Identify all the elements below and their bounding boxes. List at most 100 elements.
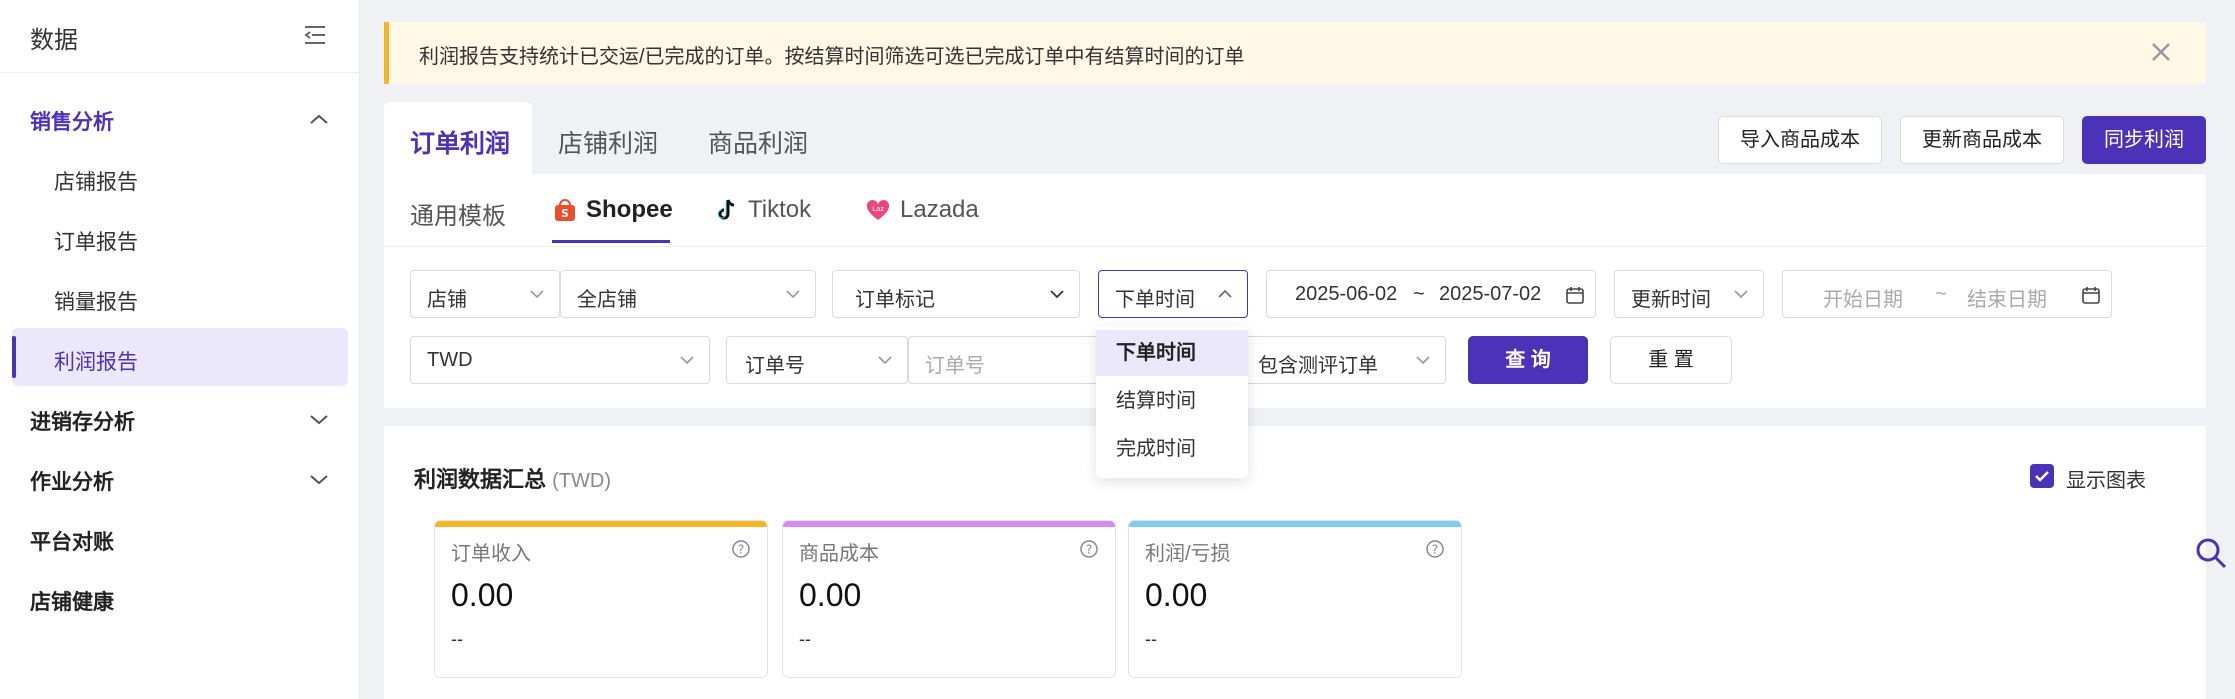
profit-summary-panel: 利润数据汇总 (TWD) 显示图表 订单收入 ? 0.00 -- 商品成本 ? …: [384, 426, 2206, 699]
shop-value: 全店铺: [577, 289, 637, 311]
sidebar-group-inventory-analysis[interactable]: 进销存分析: [30, 406, 135, 436]
sidebar-item-profit-report[interactable]: 利润报告: [54, 346, 138, 376]
sidebar: 数据 销售分析 店铺报告 订单报告 销量报告 利润报告 进销存分析 作业分析 平…: [0, 0, 360, 699]
help-icon[interactable]: ?: [731, 539, 751, 559]
card-subtext: --: [1145, 629, 1157, 649]
svg-text:Laz: Laz: [872, 205, 884, 213]
card-value: 0.00: [1145, 577, 1208, 613]
svg-text:?: ?: [738, 543, 744, 557]
tab-product-profit[interactable]: 商品利润: [708, 124, 808, 160]
chevron-down-icon[interactable]: [308, 473, 330, 487]
dropdown-option-settlement-time[interactable]: 结算时间: [1096, 378, 1248, 424]
sidebar-group-platform-reconciliation[interactable]: 平台对账: [30, 526, 114, 556]
search-icon[interactable]: [2194, 536, 2228, 570]
platform-tab-generic[interactable]: 通用模板: [410, 196, 506, 231]
sync-profit-button[interactable]: 同步利润: [2082, 116, 2206, 164]
order-no-placeholder: 订单号: [925, 355, 985, 377]
chevron-down-icon: [680, 356, 694, 365]
help-icon[interactable]: ?: [1079, 539, 1099, 559]
end-date-placeholder: 结束日期: [1967, 289, 2047, 311]
check-icon: [2035, 471, 2049, 482]
start-date-placeholder: 开始日期: [1823, 289, 1903, 311]
chevron-down-icon: [1050, 290, 1064, 299]
sidebar-item-shop-report[interactable]: 店铺报告: [54, 166, 138, 196]
show-chart-checkbox[interactable]: [2030, 464, 2054, 488]
platform-tab-label: Lazada: [900, 196, 979, 223]
update-date-range-picker[interactable]: 开始日期 ~ 结束日期: [1782, 270, 2112, 318]
order-no-input[interactable]: 订单号: [908, 336, 1098, 384]
summary-unit: (TWD): [552, 470, 611, 492]
calendar-icon: [2082, 287, 2100, 304]
summary-card-profit-loss: 利润/亏损 ? 0.00 --: [1128, 520, 1462, 678]
summary-card-order-income: 订单收入 ? 0.00 --: [434, 520, 768, 678]
platform-tab-lazada[interactable]: Laz Lazada: [866, 196, 979, 224]
notice-text: 利润报告支持统计已交运/已完成的订单。按结算时间筛选可选已完成订单中有结算时间的…: [419, 46, 1245, 68]
chevron-down-icon: [530, 290, 544, 299]
filter-panel: 通用模板 S Shopee Tiktok Laz Lazada 店铺 全店铺 订…: [384, 174, 2206, 408]
help-icon[interactable]: ?: [1425, 539, 1445, 559]
sidebar-group-shop-health[interactable]: 店铺健康: [30, 586, 114, 616]
card-accent-bar: [1129, 521, 1461, 527]
review-order-select[interactable]: 包含测评订单: [1248, 336, 1446, 384]
close-icon[interactable]: [2149, 40, 2173, 64]
card-accent-bar: [435, 521, 767, 527]
currency-value: TWD: [427, 349, 473, 371]
sidebar-group-sales-analysis[interactable]: 销售分析: [30, 106, 114, 136]
tab-order-profit[interactable]: 订单利润: [410, 124, 510, 160]
sidebar-item-sales-volume-report[interactable]: 销量报告: [54, 286, 138, 316]
platform-tab-tiktok[interactable]: Tiktok: [716, 196, 811, 224]
chevron-down-icon: [878, 356, 892, 365]
shop-type-select[interactable]: 店铺: [410, 270, 560, 318]
order-tag-value: 订单标记: [855, 289, 935, 311]
date-start: 2025-06-02: [1295, 283, 1398, 305]
card-value: 0.00: [799, 577, 862, 613]
dropdown-option-order-time[interactable]: 下单时间: [1096, 330, 1248, 376]
reset-button[interactable]: 重 置: [1610, 336, 1732, 384]
card-title: 利润/亏损: [1145, 543, 1231, 565]
card-subtext: --: [799, 629, 811, 649]
notice-banner: 利润报告支持统计已交运/已完成的订单。按结算时间筛选可选已完成订单中有结算时间的…: [384, 22, 2206, 84]
time-type-value: 下单时间: [1115, 289, 1195, 311]
chevron-down-icon[interactable]: [308, 413, 330, 427]
update-time-value: 更新时间: [1631, 289, 1711, 311]
date-end: 2025-07-02: [1439, 283, 1542, 305]
chevron-down-icon: [786, 290, 800, 299]
time-type-dropdown: 下单时间 结算时间 完成时间: [1096, 326, 1248, 478]
chevron-down-icon: [1734, 290, 1748, 299]
card-title: 订单收入: [451, 543, 531, 565]
show-chart-label[interactable]: 显示图表: [2066, 464, 2146, 493]
active-item-indicator: [12, 336, 16, 378]
currency-select[interactable]: TWD: [410, 336, 710, 384]
time-type-select[interactable]: 下单时间: [1098, 270, 1248, 318]
sidebar-item-order-report[interactable]: 订单报告: [54, 226, 138, 256]
order-no-type-select[interactable]: 订单号: [726, 336, 908, 384]
dropdown-option-completion-time[interactable]: 完成时间: [1096, 426, 1248, 472]
sidebar-title: 数据: [30, 27, 78, 54]
order-tag-select[interactable]: 订单标记: [832, 270, 1080, 318]
update-time-select[interactable]: 更新时间: [1614, 270, 1764, 318]
review-order-value: 包含测评订单: [1258, 355, 1378, 377]
card-title: 商品成本: [799, 543, 879, 565]
summary-title: 利润数据汇总 (TWD): [414, 462, 611, 494]
tab-shop-profit[interactable]: 店铺利润: [558, 124, 658, 160]
summary-card-product-cost: 商品成本 ? 0.00 --: [782, 520, 1116, 678]
import-product-cost-button[interactable]: 导入商品成本: [1718, 116, 1882, 164]
date-range-picker[interactable]: 2025-06-02 ~ 2025-07-02: [1266, 270, 1596, 318]
card-value: 0.00: [451, 577, 514, 613]
collapse-menu-icon[interactable]: [302, 22, 328, 48]
svg-text:S: S: [561, 207, 569, 220]
card-subtext: --: [451, 629, 463, 649]
chevron-up-icon: [1218, 289, 1232, 298]
query-button[interactable]: 查 询: [1468, 336, 1588, 384]
svg-text:?: ?: [1432, 543, 1438, 557]
shop-select[interactable]: 全店铺: [560, 270, 816, 318]
shop-type-value: 店铺: [427, 289, 467, 311]
platform-tab-label: 通用模板: [410, 203, 506, 230]
date-separator: ~: [1935, 283, 1947, 305]
chevron-up-icon[interactable]: [308, 112, 330, 126]
summary-title-text: 利润数据汇总: [414, 467, 547, 492]
chevron-down-icon: [1416, 356, 1430, 365]
platform-tab-shopee[interactable]: S Shopee: [554, 196, 673, 224]
sidebar-group-operation-analysis[interactable]: 作业分析: [30, 466, 114, 496]
update-product-cost-button[interactable]: 更新商品成本: [1900, 116, 2064, 164]
